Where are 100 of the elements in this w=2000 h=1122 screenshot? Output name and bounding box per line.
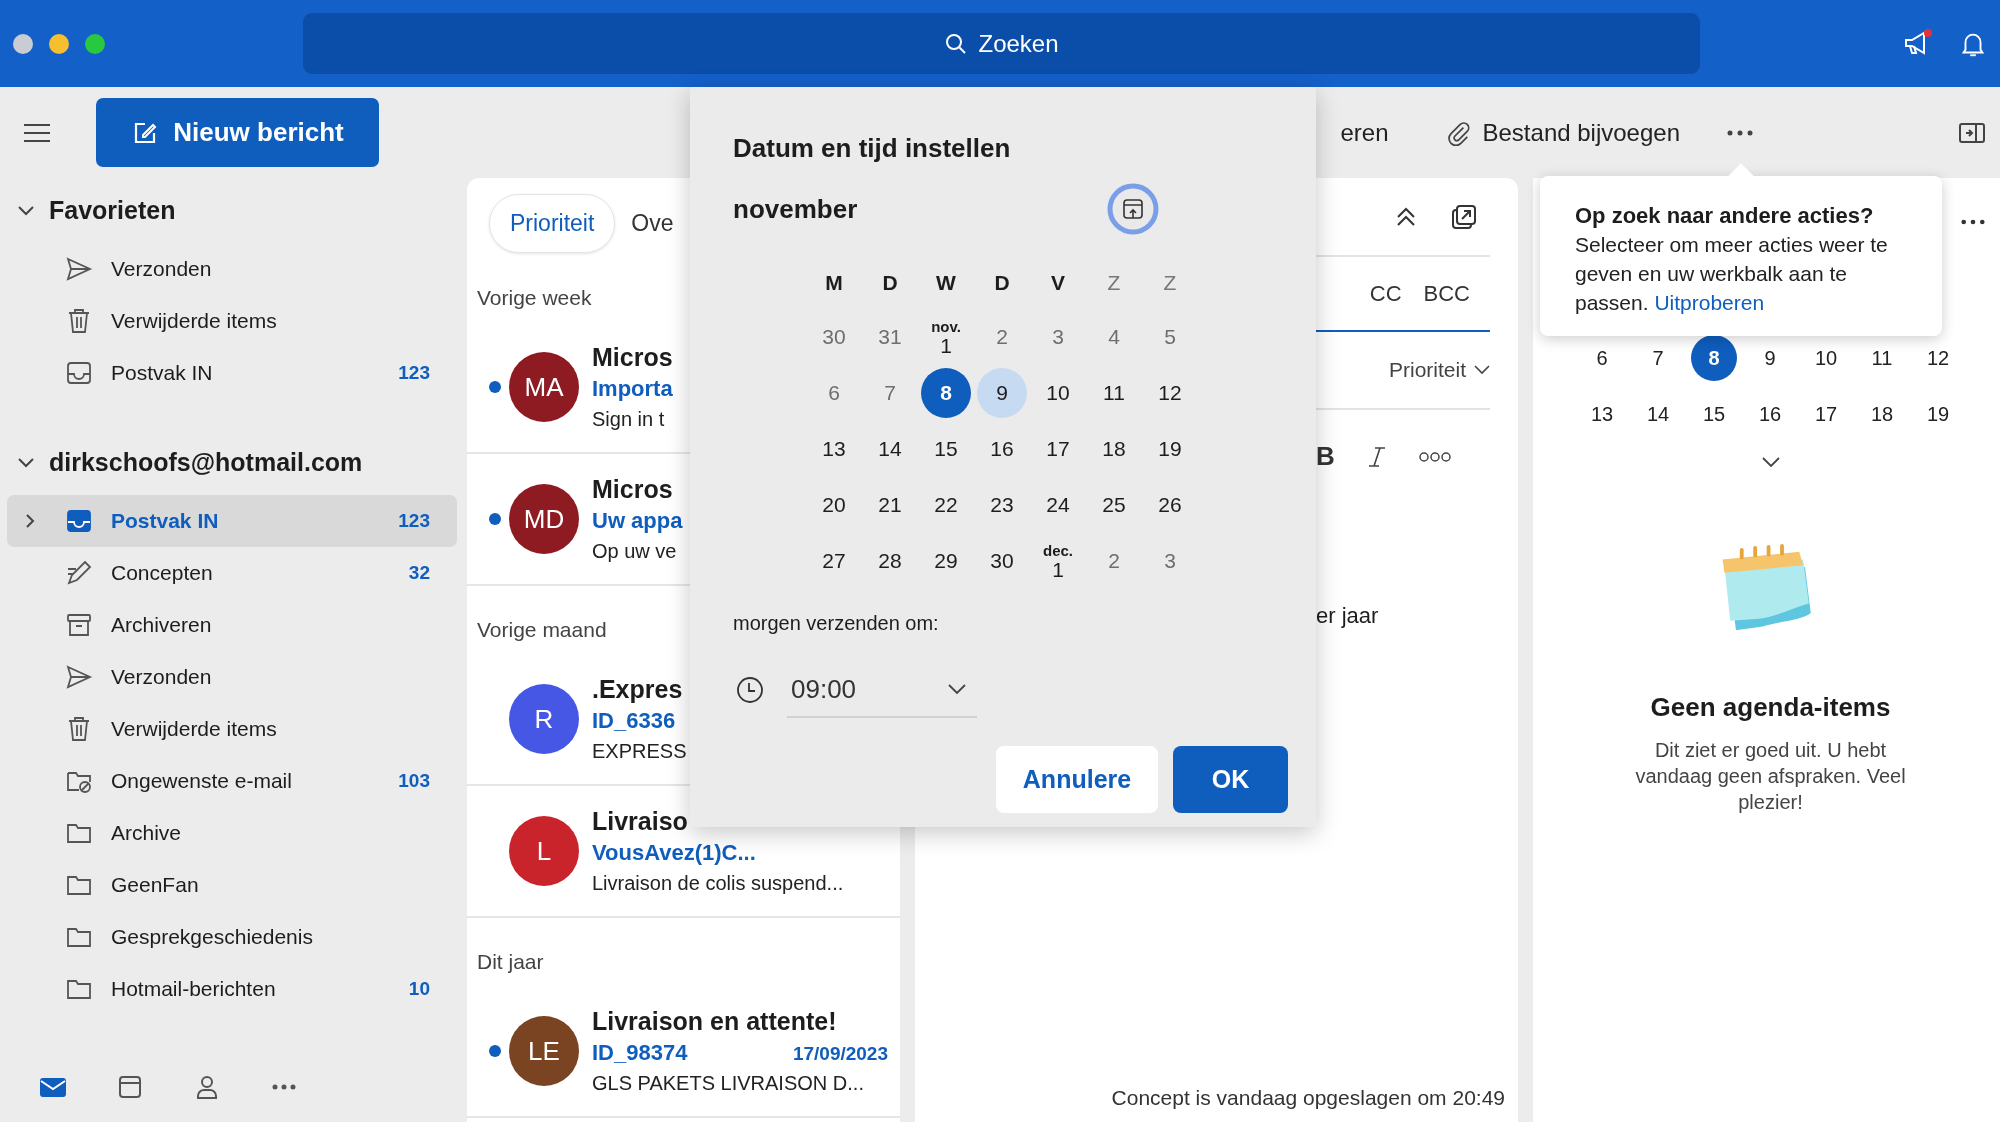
calendar-day[interactable]: 18 — [1089, 424, 1139, 474]
message-preview: Sign in t — [592, 406, 665, 432]
calendar-day[interactable]: 19 — [1910, 386, 1966, 442]
calendar-day[interactable]: 19 — [1145, 424, 1195, 474]
folder-item[interactable]: Archiveren — [7, 599, 457, 651]
calendar-day[interactable]: 15 — [1686, 386, 1742, 442]
priority-dropdown[interactable]: Prioriteit — [1388, 358, 1490, 382]
calendar-day[interactable]: 13 — [1574, 386, 1630, 442]
calendar-day[interactable]: 11 — [1089, 368, 1139, 418]
folder-item[interactable]: Verwijderde items — [7, 703, 457, 755]
message-preview: Op uw ve — [592, 538, 677, 564]
calendar-day[interactable]: 14 — [1630, 386, 1686, 442]
calendar-day[interactable]: 26 — [1145, 480, 1195, 530]
calendar-day[interactable]: 2 — [1089, 536, 1139, 586]
minimize-window-button[interactable] — [49, 33, 69, 54]
unread-count: 10 — [408, 978, 430, 1000]
message-subject: ID_98374 — [592, 1038, 688, 1067]
inbox-tab[interactable]: Prioriteit — [489, 194, 616, 253]
weekday-label: V — [1050, 270, 1066, 296]
message-body-text[interactable]: er jaar — [1316, 603, 1490, 629]
folder-item[interactable]: Verzonden — [7, 243, 457, 295]
chevron-down-icon — [1474, 365, 1490, 375]
calendar-day[interactable]: 18 — [1854, 386, 1910, 442]
zoom-window-button[interactable] — [85, 33, 105, 54]
weekday-label: D — [881, 270, 899, 296]
calendar-day[interactable]: 25 — [1089, 480, 1139, 530]
close-window-button[interactable] — [13, 33, 33, 54]
calendar-day[interactable]: 29 — [921, 536, 971, 586]
calendar-day[interactable]: 10 — [1033, 368, 1083, 418]
try-it-link[interactable]: Uitproberen — [1654, 291, 1765, 314]
more-icon[interactable] — [1418, 450, 1451, 463]
calendar-day[interactable]: 2 — [977, 312, 1027, 362]
calendar-day[interactable]: 20 — [809, 480, 859, 530]
sender-name: .Expres — [592, 673, 683, 705]
calendar-day[interactable]: 16 — [1742, 386, 1798, 442]
calendar-day[interactable]: 12 — [1145, 368, 1195, 418]
folder-item[interactable]: GeenFan — [7, 859, 457, 911]
pop-out-icon[interactable] — [1450, 202, 1478, 231]
inbox-icon — [65, 507, 93, 535]
calendar-day[interactable]: 4 — [1089, 312, 1139, 362]
archive-icon — [65, 611, 93, 639]
sender-name: Micros — [592, 341, 673, 373]
calendar-day[interactable]: 9 — [977, 368, 1027, 418]
attach-file-button[interactable]: Bestand bijvoegen — [1444, 118, 1680, 147]
bold-button[interactable]: B — [1316, 441, 1335, 472]
new-message-button[interactable]: Nieuw bericht — [96, 98, 379, 167]
clock-icon — [735, 675, 765, 705]
calendar-day[interactable]: 30 — [977, 536, 1027, 586]
folder-item[interactable]: Verzonden — [7, 651, 457, 703]
unread-count: 123 — [398, 362, 430, 384]
sender-name: Livraiso — [592, 805, 688, 837]
folder-group-title[interactable]: dirkschoofs@hotmail.com — [49, 447, 363, 477]
message-item[interactable]: LE Livraison en attente! ID_98374 17/09/2023 GLS PAKETS LIVRAISON D... — [467, 986, 900, 1118]
folder-item[interactable]: Archive — [7, 807, 457, 859]
time-dropdown[interactable]: 09:00 — [787, 662, 977, 718]
ok-button[interactable]: OK — [1173, 746, 1288, 813]
calendar-day[interactable]: 27 — [809, 536, 859, 586]
folder-group-title[interactable]: Favorieten — [49, 195, 176, 225]
calendar-day[interactable]: 23 — [977, 480, 1027, 530]
calendar-day[interactable]: 15 — [921, 424, 971, 474]
folder-item[interactable]: Ongewenste e-mail 103 — [7, 755, 457, 807]
calendar-day[interactable]: dec. 1 — [1033, 536, 1083, 586]
side-panel-icon[interactable] — [1958, 120, 1986, 145]
avatar: L — [509, 816, 579, 886]
folder-item[interactable]: Hotmail-berichten 10 — [7, 963, 457, 1015]
sender-name: Micros — [592, 473, 673, 505]
more-icon[interactable] — [1960, 218, 1986, 226]
folder-item[interactable]: Gesprekgeschiedenis — [7, 911, 457, 963]
calendar-day[interactable]: 16 — [977, 424, 1027, 474]
message-preview: GLS PAKETS LIVRAISON D... — [592, 1070, 864, 1096]
more-icon[interactable] — [1726, 128, 1754, 137]
calendar-day[interactable]: nov. 1 — [921, 312, 971, 362]
weekday-label: Z — [1162, 270, 1178, 296]
inbox-tab[interactable]: Ove — [615, 195, 674, 252]
search-field[interactable]: Zoeken — [303, 13, 1700, 74]
calendar-day[interactable]: 22 — [921, 480, 971, 530]
folder-item[interactable]: Postvak IN 123 — [7, 347, 457, 399]
cc-button[interactable]: CC — [1369, 280, 1402, 307]
unread-count: 123 — [398, 510, 430, 532]
calendar-day[interactable]: 24 — [1033, 480, 1083, 530]
toolbar-action[interactable]: eren — [1340, 118, 1389, 147]
message-subject: ID_6336 — [592, 706, 676, 735]
folder-item[interactable]: Concepten 32 — [7, 547, 457, 599]
chevron-down-icon[interactable] — [1760, 456, 1781, 468]
calendar-day[interactable]: 3 — [1033, 312, 1083, 362]
calendar-upload-icon[interactable] — [1107, 183, 1159, 235]
calendar-day[interactable]: 8 — [921, 368, 971, 418]
empty-state-title: Geen agenda-items — [1650, 692, 1891, 723]
calendar-day[interactable]: 5 — [1145, 312, 1195, 362]
calendar-day[interactable]: 6 — [809, 368, 859, 418]
calendar-day[interactable]: 3 — [1145, 536, 1195, 586]
calendar-day[interactable]: 8 — [1691, 335, 1737, 381]
weekday-label: D — [993, 270, 1011, 296]
bcc-button[interactable]: BCC — [1423, 280, 1470, 307]
folder-item[interactable]: Postvak IN 123 — [7, 495, 457, 547]
folder-item[interactable]: Verwijderde items — [7, 295, 457, 347]
calendar-day[interactable]: 17 — [1798, 386, 1854, 442]
cancel-button[interactable]: Annulere — [996, 746, 1158, 813]
unread-count: 32 — [408, 562, 430, 584]
calendar-day[interactable]: 17 — [1033, 424, 1083, 474]
